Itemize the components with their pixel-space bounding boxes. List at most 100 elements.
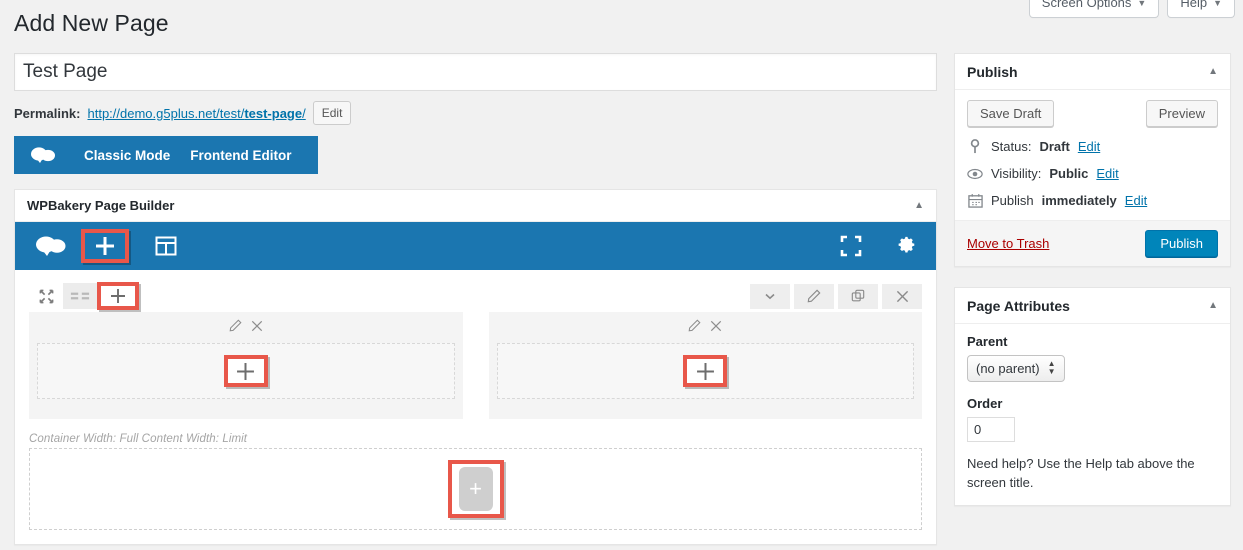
add-element-column-button[interactable]	[683, 355, 728, 387]
permalink-link[interactable]: http://demo.g5plus.net/test/test-page/	[87, 106, 305, 121]
add-element-button[interactable]	[81, 229, 129, 263]
column-controls	[37, 318, 455, 338]
settings-button[interactable]	[896, 235, 918, 257]
page-title: Add New Page	[14, 10, 169, 36]
column-drop-area	[37, 343, 455, 399]
close-icon	[896, 290, 908, 302]
fullscreen-button[interactable]	[840, 235, 862, 257]
publish-button[interactable]: Publish	[1145, 230, 1218, 257]
publish-date-line: Publish immediately Edit	[967, 193, 1218, 208]
bottom-drop-area: +	[29, 448, 922, 530]
publish-box: Publish ▲ Save Draft Preview Status: Dra…	[954, 53, 1231, 267]
publish-box-header: Publish ▲	[955, 54, 1230, 90]
help-tab[interactable]: Help ▼	[1167, 0, 1235, 19]
parent-select[interactable]: (no parent) ▲ ▼	[967, 355, 1065, 382]
builder-column	[29, 312, 463, 419]
main-content-column: Permalink: http://demo.g5plus.net/test/t…	[14, 53, 937, 545]
wpbakery-cloud-logo	[30, 146, 56, 164]
toggle-collapse-icon[interactable]: ▲	[914, 200, 924, 211]
screen-meta-tabs: Screen Options ▼ Help ▼	[1028, 0, 1235, 19]
order-label: Order	[967, 395, 1003, 411]
permalink-prefix: http://demo.g5plus.net/test/	[87, 105, 245, 121]
pencil-icon	[807, 289, 821, 303]
copy-icon	[851, 289, 865, 302]
edit-publish-date-link[interactable]: Edit	[1125, 193, 1147, 208]
permalink-suffix: /	[302, 105, 306, 121]
builder-row: Container Width: Full Content Width: Lim…	[29, 282, 922, 530]
page-attributes-title: Page Attributes	[967, 297, 1070, 314]
edit-row-button[interactable]	[794, 283, 834, 309]
plus-icon	[111, 289, 125, 303]
wpbakery-panel-title: WPBakery Page Builder	[27, 198, 175, 213]
fullscreen-icon	[840, 235, 862, 257]
templates-button[interactable]	[155, 235, 177, 257]
builder-column	[488, 312, 922, 419]
column-drop-area	[496, 343, 914, 399]
page-attributes-help-text: Need help? Use the Help tab above the sc…	[967, 455, 1195, 491]
parent-label: Parent	[967, 334, 1008, 349]
container-width-meta: Container Width: Full Content Width: Lim…	[29, 433, 248, 445]
publish-date-label: Publish	[991, 193, 1034, 208]
sidebar-column: Publish ▲ Save Draft Preview Status: Dra…	[954, 53, 1231, 526]
column-controls	[497, 318, 915, 338]
permalink-row: Permalink: http://demo.g5plus.net/test/t…	[14, 101, 937, 125]
status-value: Draft	[1039, 139, 1070, 154]
classic-mode-button[interactable]: Classic Mode	[74, 148, 180, 163]
screen-options-label: Screen Options	[1041, 0, 1132, 10]
edit-permalink-button[interactable]: Edit	[312, 101, 352, 125]
add-row-button[interactable]: +	[447, 460, 504, 518]
visibility-line: Visibility: Public Edit	[967, 166, 1218, 181]
delete-column-icon[interactable]	[710, 319, 722, 337]
chevron-down-icon: ▼	[1137, 0, 1147, 8]
row-controls-bar	[29, 282, 922, 310]
help-label: Help	[1180, 0, 1208, 10]
publish-box-footer: Move to Trash Publish	[955, 220, 1230, 266]
move-to-trash-link[interactable]: Move to Trash	[967, 236, 1049, 251]
preview-button[interactable]: Preview	[1145, 100, 1218, 127]
eye-icon	[967, 168, 983, 180]
plus-icon: +	[458, 467, 493, 511]
permalink-slug: test-page	[244, 105, 303, 121]
edit-status-link[interactable]: Edit	[1078, 139, 1100, 154]
publish-box-body: Save Draft Preview Status: Draft Edit Vi…	[955, 90, 1230, 220]
toggle-collapse-icon[interactable]: ▲	[1208, 300, 1218, 311]
publish-actions: Save Draft Preview	[967, 100, 1218, 127]
row-layout-icon[interactable]	[63, 283, 97, 309]
permalink-label: Permalink:	[14, 105, 81, 121]
page-attributes-header: Page Attributes ▲	[955, 288, 1230, 324]
visibility-value: Public	[1049, 166, 1089, 181]
wpbakery-toolbar	[15, 222, 936, 270]
wpbakery-cloud-logo	[35, 235, 67, 257]
page-attributes-body: Parent (no parent) ▲▼ Order Need help? U…	[955, 324, 1230, 505]
edit-column-icon[interactable]	[229, 319, 242, 337]
edit-column-icon[interactable]	[688, 319, 701, 337]
publish-box-title: Publish	[967, 63, 1018, 80]
save-draft-button[interactable]: Save Draft	[967, 100, 1055, 127]
order-input[interactable]	[967, 416, 1015, 442]
add-element-column-button[interactable]	[223, 355, 268, 387]
gear-icon	[898, 236, 915, 253]
wpbakery-panel: WPBakery Page Builder ▲ Container Width:…	[14, 189, 937, 545]
layout-templates-icon	[155, 236, 177, 256]
chevron-down-icon: ▼	[1213, 0, 1222, 8]
status-line: Status: Draft Edit	[967, 139, 1218, 154]
parent-select-value: (no parent)	[976, 360, 1040, 376]
screen-options-tab[interactable]: Screen Options ▼	[1028, 0, 1160, 19]
calendar-icon	[967, 193, 983, 208]
delete-row-button[interactable]	[882, 283, 922, 309]
add-element-row-button[interactable]	[97, 282, 139, 310]
row-dropdown-button[interactable]	[750, 283, 790, 309]
post-title-input[interactable]	[14, 53, 937, 91]
plus-icon	[96, 237, 114, 255]
toggle-collapse-icon[interactable]: ▲	[1208, 66, 1218, 77]
stepper-icon: ▲ ▼	[1047, 359, 1056, 377]
editor-mode-bar: Classic Mode Frontend Editor	[14, 136, 318, 174]
delete-column-icon[interactable]	[251, 319, 263, 337]
wordpress-add-new-page-screen: Screen Options ▼ Help ▼ Add New Page Per…	[0, 0, 1243, 550]
frontend-editor-button[interactable]: Frontend Editor	[180, 148, 301, 163]
publish-date-value: immediately	[1041, 193, 1117, 208]
edit-visibility-link[interactable]: Edit	[1096, 166, 1118, 181]
move-row-icon[interactable]	[29, 283, 63, 309]
clone-row-button[interactable]	[838, 283, 878, 309]
builder-columns	[29, 312, 922, 419]
